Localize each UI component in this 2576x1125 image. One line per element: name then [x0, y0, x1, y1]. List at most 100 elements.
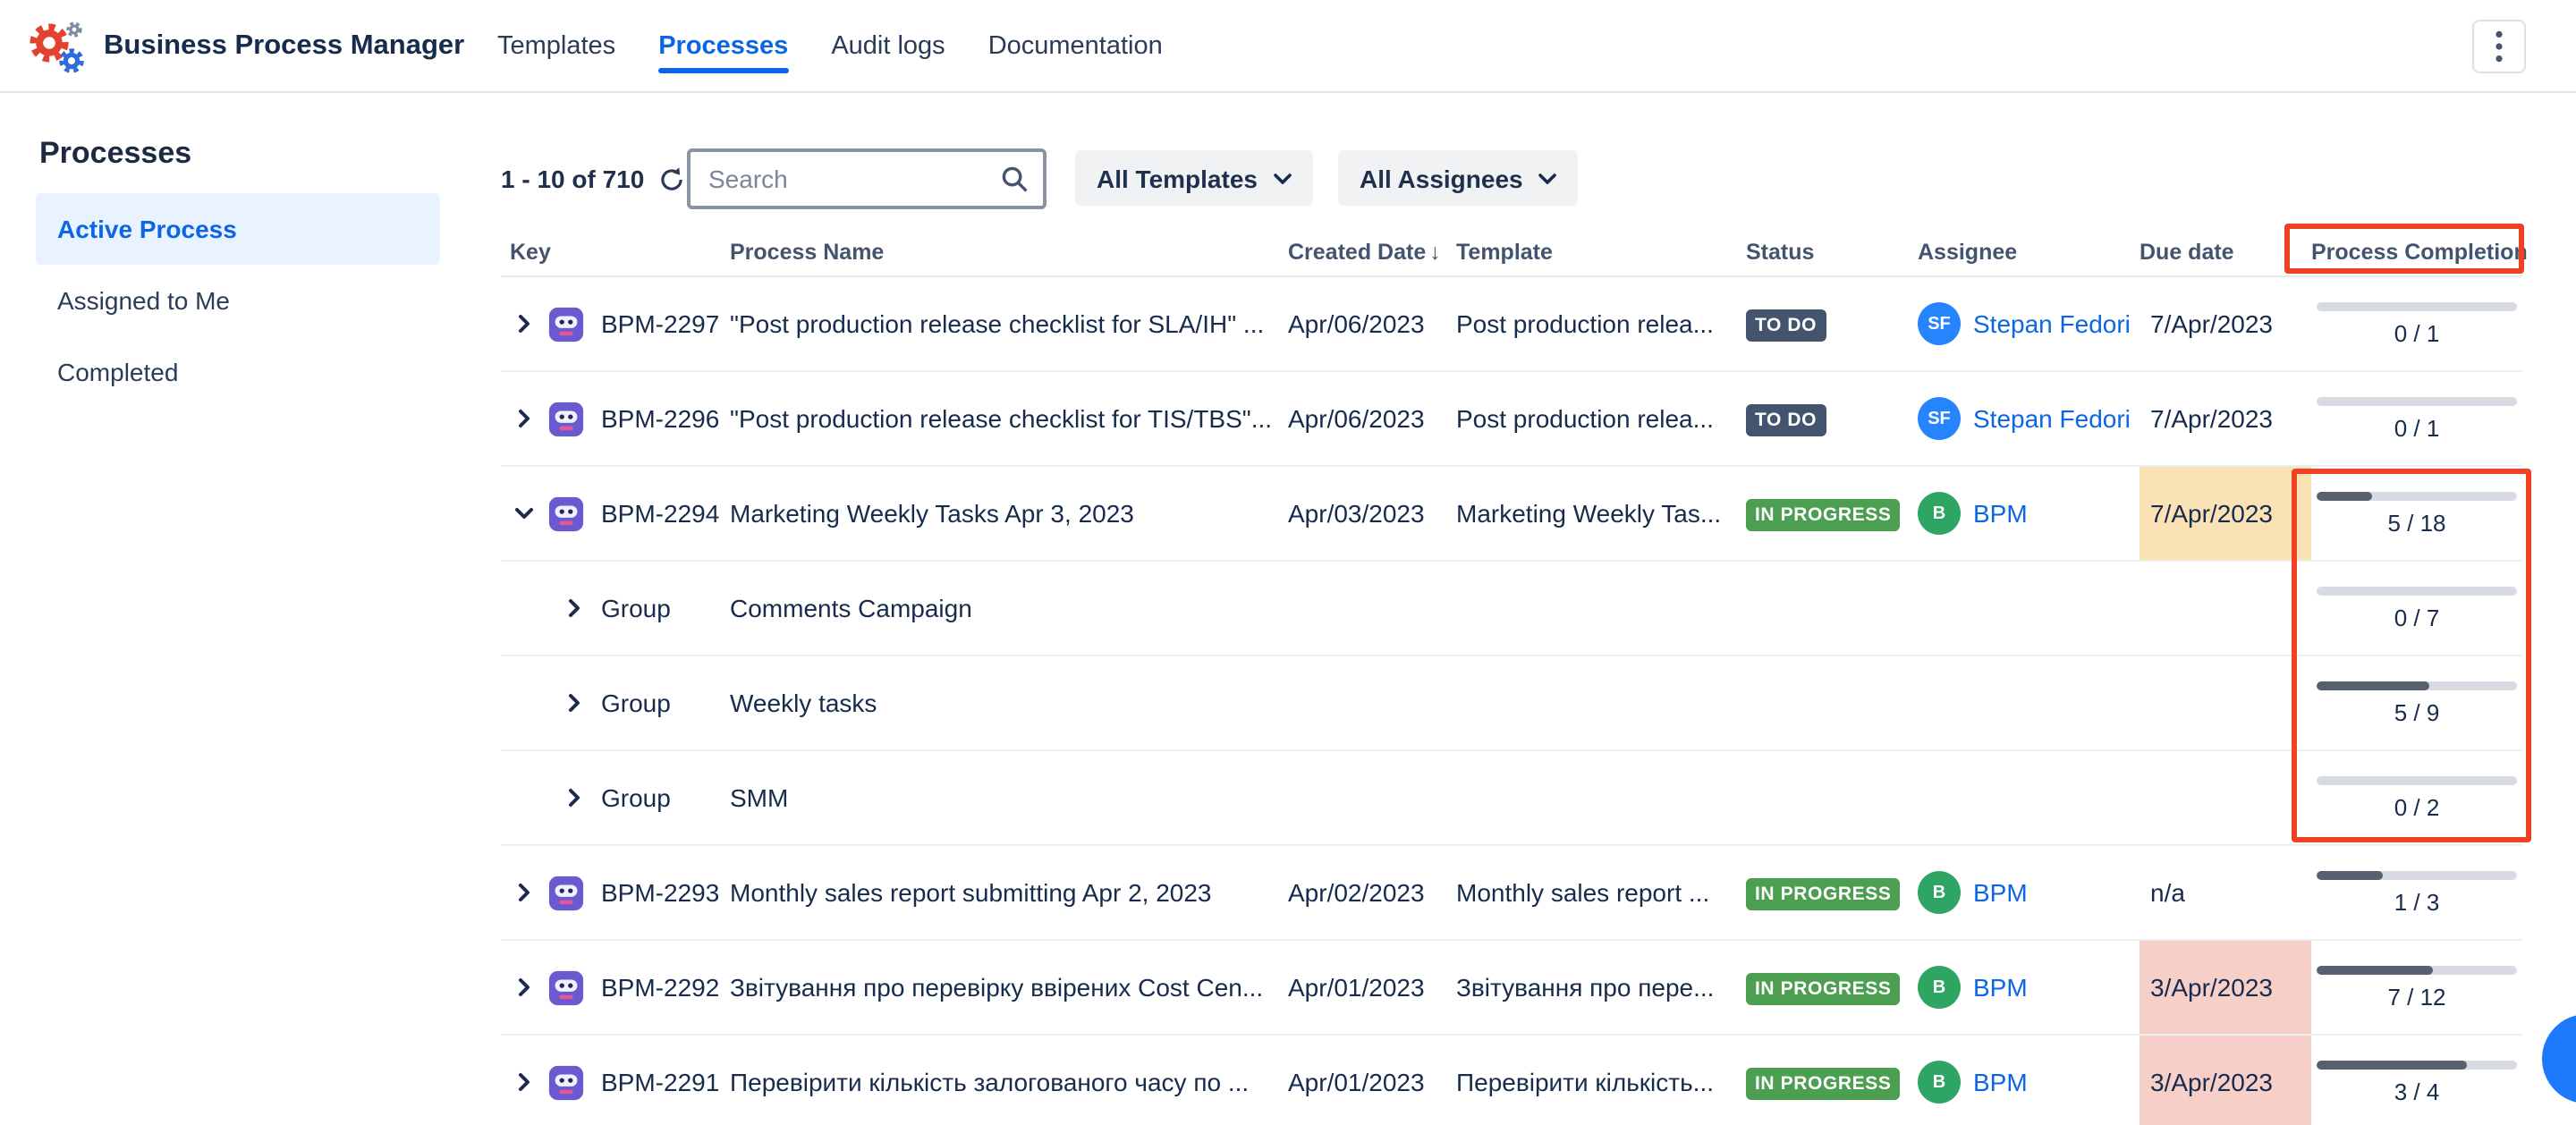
created-date: Apr/02/2023 — [1288, 878, 1456, 907]
progress-bar — [2317, 586, 2517, 595]
column-header-process-name[interactable]: Process Name — [730, 240, 1288, 265]
sidebar-item-active-process[interactable]: Active Process — [36, 193, 440, 265]
group-row: Group Comments Campaign 0 / 7 — [501, 562, 2522, 656]
status-badge: TO DO — [1746, 309, 1826, 341]
column-header-due-date[interactable]: Due date — [2140, 240, 2311, 265]
column-header-status[interactable]: Status — [1746, 240, 1918, 265]
assignee-avatar: SF — [1918, 302, 1961, 345]
column-header-created-date[interactable]: Created Date↓ — [1288, 240, 1456, 265]
kebab-menu-icon — [2496, 30, 2503, 63]
expand-chevron-icon[interactable] — [513, 408, 535, 429]
bpm-process-icon — [547, 305, 601, 343]
process-row: BPM-2297 "Post production release checkl… — [501, 277, 2522, 372]
collapse-chevron-icon[interactable] — [513, 503, 535, 524]
table-header: Key Process Name Created Date↓ Template … — [501, 229, 2522, 277]
completion-label: 0 / 7 — [2394, 604, 2440, 630]
filter-all-assignees[interactable]: All Assignees — [1338, 150, 1579, 206]
progress-bar-fill — [2317, 681, 2428, 689]
group-label: Group — [601, 594, 730, 622]
nav-audit-logs[interactable]: Audit logs — [831, 0, 945, 93]
created-date: Apr/01/2023 — [1288, 1068, 1456, 1096]
created-date: Apr/06/2023 — [1288, 404, 1456, 433]
sidebar-item-assigned-to-me[interactable]: Assigned to Me — [36, 265, 440, 336]
refresh-button[interactable] — [658, 165, 685, 192]
process-completion-cell: 3 / 4 — [2311, 1060, 2522, 1104]
expand-chevron-icon[interactable] — [564, 787, 585, 808]
progress-bar-fill — [2317, 1060, 2467, 1069]
group-completion-cell: 0 / 2 — [2311, 775, 2522, 820]
column-header-assignee[interactable]: Assignee — [1918, 240, 2140, 265]
filter-all-templates[interactable]: All Templates — [1075, 150, 1313, 206]
progress-bar-fill — [2317, 870, 2383, 879]
column-header-key[interactable]: Key — [501, 240, 730, 265]
nav-processes[interactable]: Processes — [658, 0, 788, 93]
expand-chevron-icon[interactable] — [513, 313, 535, 334]
assignee-link[interactable]: BPM — [1973, 878, 2028, 907]
expand-chevron-icon[interactable] — [513, 882, 535, 903]
expand-chevron-icon[interactable] — [513, 977, 535, 998]
assignee-link[interactable]: Stepan Fedori — [1973, 404, 2131, 433]
due-date-highlighted: 3/Apr/2023 — [2140, 941, 2311, 1034]
completion-label: 1 / 3 — [2394, 888, 2440, 915]
bpm-process-icon — [547, 969, 601, 1006]
group-completion-cell: 5 / 9 — [2311, 681, 2522, 725]
template-name: Marketing Weekly Tas... — [1456, 499, 1746, 528]
expand-chevron-icon[interactable] — [513, 1071, 535, 1093]
process-key: BPM-2294 — [601, 499, 730, 528]
assignee-link[interactable]: BPM — [1973, 1068, 2028, 1096]
app-window: Business Process Manager Templates Proce… — [0, 0, 2576, 1125]
bpm-process-icon — [547, 874, 601, 911]
expand-chevron-icon[interactable] — [564, 597, 585, 619]
top-bar: Business Process Manager Templates Proce… — [0, 0, 2576, 93]
status-badge: IN PROGRESS — [1746, 1067, 1900, 1099]
assignee-avatar: B — [1918, 1061, 1961, 1104]
nav-templates[interactable]: Templates — [497, 0, 615, 93]
group-label: Group — [601, 689, 730, 717]
assignee-link[interactable]: BPM — [1973, 973, 2028, 1002]
floating-action-button[interactable] — [2542, 1014, 2576, 1104]
progress-bar — [2317, 681, 2517, 689]
template-name: Перевірити кількість... — [1456, 1068, 1746, 1096]
process-name: Marketing Weekly Tasks Apr 3, 2023 — [730, 499, 1288, 528]
status-badge: IN PROGRESS — [1746, 877, 1900, 909]
due-date: 7/Apr/2023 — [2140, 372, 2311, 465]
status-badge: IN PROGRESS — [1746, 972, 1900, 1004]
search-input[interactable] — [708, 165, 1000, 193]
process-name: "Post production release checklist for S… — [730, 309, 1288, 338]
assignee-link[interactable]: Stepan Fedori — [1973, 309, 2131, 338]
table-body: BPM-2297 "Post production release checkl… — [501, 277, 2522, 1125]
progress-bar — [2317, 965, 2517, 974]
sidebar-item-completed[interactable]: Completed — [36, 336, 440, 408]
template-name: Post production relea... — [1456, 309, 1746, 338]
bpm-process-icon — [547, 400, 601, 437]
assignee-avatar: B — [1918, 492, 1961, 535]
app-title: Business Process Manager — [104, 30, 464, 62]
nav-documentation[interactable]: Documentation — [988, 0, 1163, 93]
process-name: Перевірити кількість залогованого часу п… — [730, 1068, 1288, 1096]
process-name: "Post production release checklist for T… — [730, 404, 1288, 433]
created-date: Apr/03/2023 — [1288, 499, 1456, 528]
completion-label: 5 / 18 — [2387, 509, 2445, 536]
gears-logo-icon — [25, 15, 86, 76]
due-date-highlighted: 3/Apr/2023 — [2140, 1036, 2311, 1125]
progress-bar — [2317, 1060, 2517, 1069]
process-completion-cell: 0 / 1 — [2311, 301, 2522, 346]
assignee-link[interactable]: BPM — [1973, 499, 2028, 528]
process-name: Звітування про перевірку ввірених Cost C… — [730, 973, 1288, 1002]
group-row: Group Weekly tasks 5 / 9 — [501, 656, 2522, 751]
expand-chevron-icon[interactable] — [564, 692, 585, 714]
overflow-menu-button[interactable] — [2472, 20, 2526, 73]
progress-bar — [2317, 396, 2517, 405]
created-date: Apr/01/2023 — [1288, 973, 1456, 1002]
due-date: n/a — [2140, 846, 2311, 939]
refresh-icon — [658, 165, 685, 192]
column-header-process-completion[interactable]: Process Completion — [2311, 240, 2522, 265]
progress-bar — [2317, 301, 2517, 310]
progress-bar — [2317, 491, 2517, 500]
sidebar: Processes Active Process Assigned to Me … — [0, 93, 483, 408]
template-name: Monthly sales report ... — [1456, 878, 1746, 907]
process-completion-cell: 1 / 3 — [2311, 870, 2522, 915]
filter-assignees-label: All Assignees — [1360, 164, 1523, 192]
column-header-template[interactable]: Template — [1456, 240, 1746, 265]
created-date-label: Created Date — [1288, 240, 1426, 265]
